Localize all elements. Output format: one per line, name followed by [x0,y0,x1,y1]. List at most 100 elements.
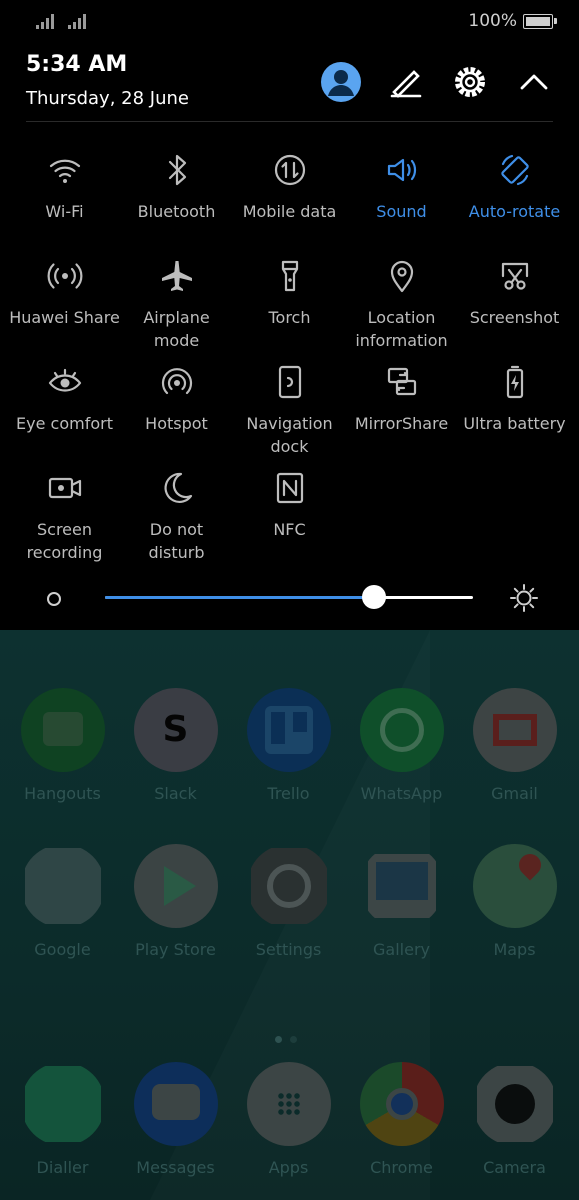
app-settings[interactable]: Settings [232,844,345,959]
settings-icon [247,844,331,928]
tile-label: Bluetooth [137,202,216,221]
signal-2-icon [68,13,88,29]
tile-auto-rotate[interactable]: Auto-rotate [458,150,571,223]
app-gallery[interactable]: Gallery [345,844,458,959]
tile-label: Airplane mode [143,308,210,350]
camera-icon [473,1062,557,1146]
app-maps[interactable]: Maps [458,844,571,959]
app-label: WhatsApp [360,784,443,803]
app-label: Play Store [135,940,216,959]
app-gmail[interactable]: Gmail [458,688,571,803]
page-dot-active [275,1036,282,1043]
tile-label: Hotspot [145,414,208,433]
google-icon [21,844,105,928]
app-camera[interactable]: Camera [458,1062,571,1177]
sound-icon [387,158,416,182]
tile-label: MirrorShare [354,414,449,433]
app-label: Maps [493,940,536,959]
hotspot-icon [161,368,192,395]
torch-icon [281,260,298,292]
maps-icon [472,844,557,928]
eye-icon [48,368,81,392]
tile-label: Screen recording [26,520,103,562]
app-label: Gallery [373,940,430,959]
auto-rotate-icon [500,154,529,186]
brightness-slider-thumb[interactable] [361,585,386,609]
tile-torch[interactable]: Torch [233,256,346,329]
bluetooth-icon [168,154,186,186]
tile-nfc[interactable]: NFC [233,468,346,541]
tile-location-information[interactable]: Location information [345,256,458,352]
tile-label: Navigation dock [246,414,333,456]
app-play-store[interactable]: Play Store [119,844,232,959]
tile-hotspot[interactable]: Hotspot [120,362,233,435]
tile-navigation-dock[interactable]: Navigation dock [233,362,346,458]
tile-eye-comfort[interactable]: Eye comfort [8,362,121,435]
collapse-chevron-up-icon[interactable] [512,60,556,104]
app-google[interactable]: Google [6,844,119,959]
tile-mobile-data[interactable]: Mobile data [233,150,346,223]
app-label: Hangouts [24,784,101,803]
tile-label: Sound [376,202,427,221]
tile-wi-fi[interactable]: Wi-Fi [8,150,121,223]
trello-icon [246,688,331,772]
tile-airplane-mode[interactable]: Airplane mode [120,256,233,352]
wifi-icon [49,159,80,183]
app-apps[interactable]: Apps [232,1062,345,1177]
app-messages[interactable]: Messages [119,1062,232,1177]
tile-label: Mobile data [242,202,337,221]
tile-do-not-disturb[interactable]: Do not disturb [120,468,233,564]
clock-time: 5:34 AM [26,52,128,77]
page-indicator [275,1028,305,1047]
brightness-low-icon [47,592,61,606]
tile-label: Screenshot [469,308,560,327]
status-bar: 100% [0,0,579,44]
tile-ultra-battery[interactable]: Ultra battery [458,362,571,435]
battery-percent: 100% [468,11,517,31]
huawei-share-icon [47,263,82,289]
tile-label: Ultra battery [463,414,566,433]
app-label: Gmail [491,784,538,803]
app-trello[interactable]: Trello [232,688,345,803]
header-divider [26,121,553,122]
app-hangouts[interactable]: Hangouts [6,688,119,803]
tile-label: Do not disturb [148,520,205,562]
edit-icon[interactable] [384,60,428,104]
app-label: Settings [255,940,322,959]
whatsapp-icon [359,688,444,772]
moon-icon [164,472,192,503]
signal-1-icon [36,13,56,29]
brightness-slider[interactable] [105,596,473,599]
app-label: Slack [154,784,197,803]
gallery-icon [360,844,444,928]
settings-gear-icon[interactable] [448,60,492,104]
app-slack[interactable]: S Slack [119,688,232,803]
hangouts-icon [20,688,105,772]
tile-label: Torch [268,308,311,327]
app-chrome[interactable]: Chrome [345,1062,458,1177]
user-avatar-icon[interactable] [319,60,363,104]
app-dialler[interactable]: Dialler [6,1062,119,1177]
tile-bluetooth[interactable]: Bluetooth [120,150,233,223]
mobile-data-icon [274,154,305,186]
play-store-icon [133,844,218,928]
tile-screenshot[interactable]: Screenshot [458,256,571,329]
tile-huawei-share[interactable]: Huawei Share [8,256,121,329]
tile-label: Huawei Share [9,308,120,327]
app-label: Chrome [370,1158,433,1177]
tile-sound[interactable]: Sound [345,150,458,223]
mirrorshare-icon [387,367,416,396]
app-label: Camera [483,1158,546,1177]
ultra-battery-icon [506,365,523,399]
tile-label: Wi-Fi [45,202,84,221]
tile-label: Auto-rotate [468,202,561,221]
app-whatsapp[interactable]: WhatsApp [345,688,458,803]
app-label: Google [34,940,91,959]
tile-screen-recording[interactable]: Screen recording [8,468,121,564]
app-label: Apps [268,1158,309,1177]
dialler-icon [21,1062,105,1146]
slack-icon: S [133,688,218,772]
page-dot [290,1036,297,1043]
tile-mirrorshare[interactable]: MirrorShare [345,362,458,435]
app-label: Messages [136,1158,215,1177]
